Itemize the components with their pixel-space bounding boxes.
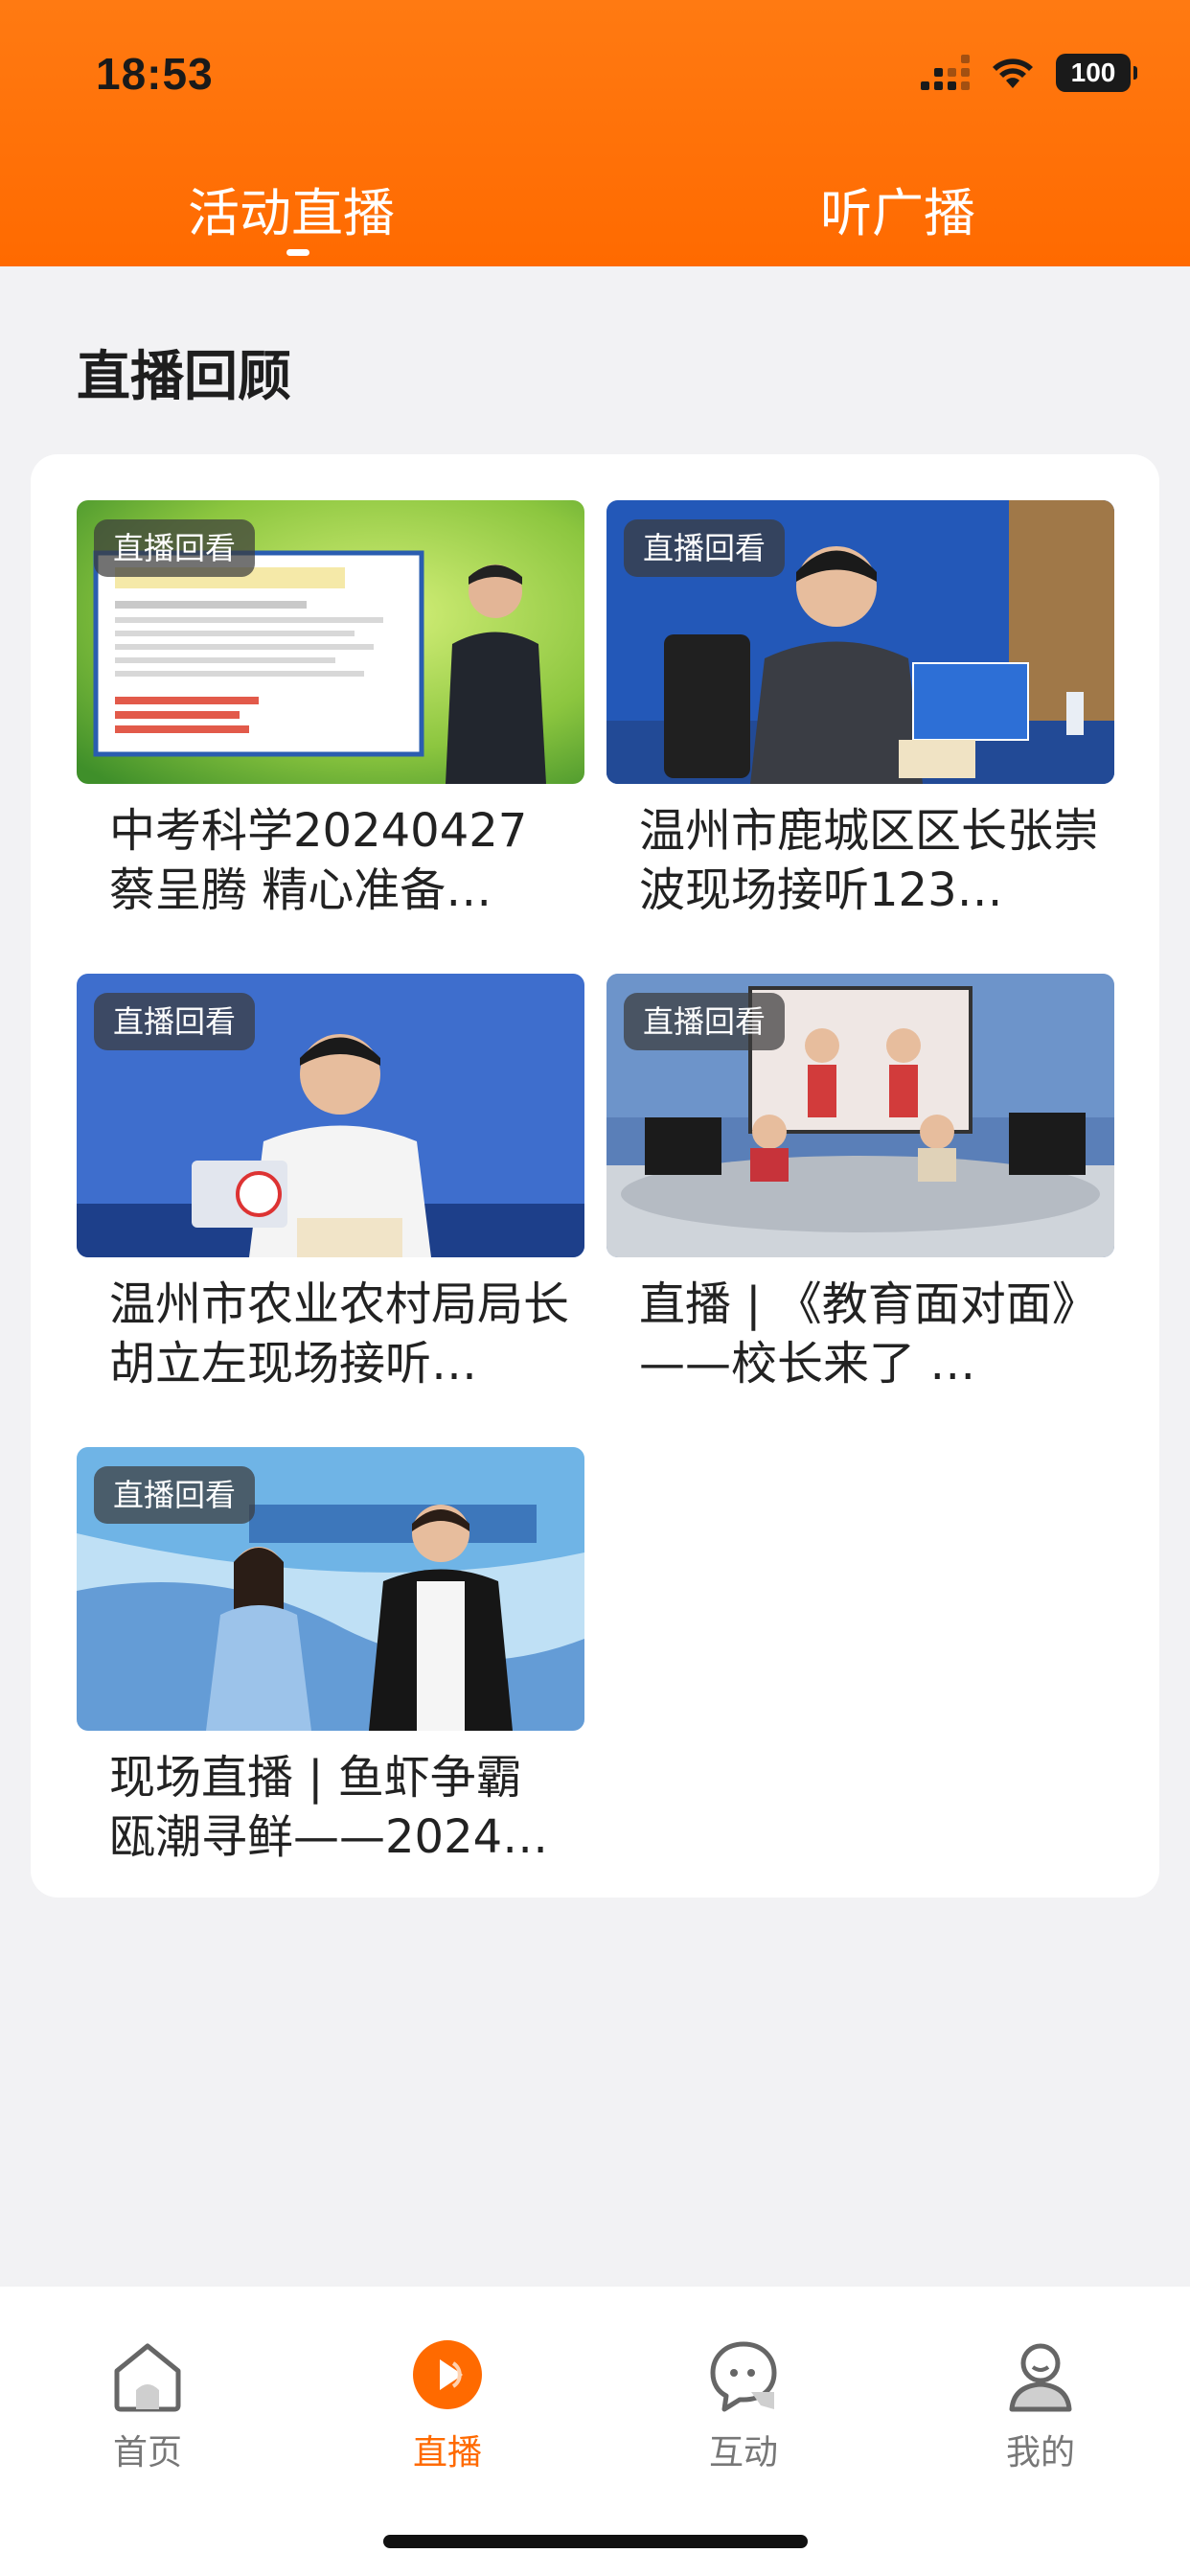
nav-label: 互动 xyxy=(708,2433,778,2472)
tab-live-events[interactable]: 活动直播 xyxy=(188,171,395,246)
tab-radio[interactable]: 听广播 xyxy=(820,171,975,246)
video-card[interactable]: 直播回看 直播 | 《教育面对面》——校长来了 … xyxy=(606,974,1114,1393)
home-indicator xyxy=(383,2535,808,2548)
status-icons: 100 xyxy=(921,54,1137,92)
replay-badge: 直播回看 xyxy=(624,519,786,577)
home-icon xyxy=(107,2334,188,2415)
status-time: 18:53 xyxy=(96,49,214,99)
video-title: 直播 | 《教育面对面》——校长来了 … xyxy=(639,1277,1098,1391)
screen: 18:53 100 活动直播 听广播 直播回顾 直播回看 中考科学2024042… xyxy=(0,0,1190,2576)
video-thumbnail[interactable]: 直播回看 xyxy=(606,500,1114,784)
wifi-icon xyxy=(991,56,1035,90)
nav-label: 直播 xyxy=(412,2433,482,2472)
video-title: 中考科学20240427 蔡呈腾 精心准备… xyxy=(109,804,528,917)
cellular-signal-icon xyxy=(921,55,970,90)
video-thumbnail[interactable]: 直播回看 xyxy=(77,1447,584,1731)
profile-icon xyxy=(1000,2334,1081,2415)
replay-badge: 直播回看 xyxy=(94,519,256,577)
video-thumbnail[interactable]: 直播回看 xyxy=(77,500,584,784)
nav-label: 首页 xyxy=(112,2433,182,2472)
nav-live[interactable]: 直播 xyxy=(371,2334,524,2474)
header: 18:53 100 活动直播 听广播 xyxy=(0,0,1190,266)
battery-icon: 100 xyxy=(1056,54,1137,92)
video-title: 温州市鹿城区区长张崇波现场接听123… xyxy=(639,804,1099,917)
video-card[interactable]: 直播回看 温州市鹿城区区长张崇波现场接听123… xyxy=(606,500,1114,920)
active-tab-indicator xyxy=(286,249,309,256)
nav-interact[interactable]: 互动 xyxy=(667,2334,820,2474)
video-card[interactable]: 直播回看 温州市农业农村局局长胡立左现场接听… xyxy=(77,974,584,1393)
chat-icon xyxy=(703,2334,784,2415)
live-play-icon xyxy=(407,2334,488,2415)
nav-profile[interactable]: 我的 xyxy=(964,2334,1117,2474)
replay-badge: 直播回看 xyxy=(624,993,786,1050)
replay-badge: 直播回看 xyxy=(94,993,256,1050)
video-title: 现场直播 | 鱼虾争霸 瓯潮寻鲜——2024… xyxy=(109,1751,549,1864)
nav-label: 我的 xyxy=(1005,2433,1075,2472)
video-card[interactable]: 直播回看 现场直播 | 鱼虾争霸 瓯潮寻鲜——2024… xyxy=(77,1447,584,1867)
bottom-nav: 首页 直播 互动 我的 xyxy=(0,2287,1190,2576)
video-card[interactable]: 直播回看 中考科学20240427 蔡呈腾 精心准备… xyxy=(77,500,584,920)
video-thumbnail[interactable]: 直播回看 xyxy=(77,974,584,1257)
replay-badge: 直播回看 xyxy=(94,1466,256,1524)
video-thumbnail[interactable]: 直播回看 xyxy=(606,974,1114,1257)
nav-home[interactable]: 首页 xyxy=(71,2334,224,2474)
video-title: 温州市农业农村局局长胡立左现场接听… xyxy=(109,1277,569,1391)
section-title: 直播回顾 xyxy=(77,346,291,408)
replay-list-panel: 直播回看 中考科学20240427 蔡呈腾 精心准备… 直播回看 温州市鹿城区区… xyxy=(31,454,1159,1898)
